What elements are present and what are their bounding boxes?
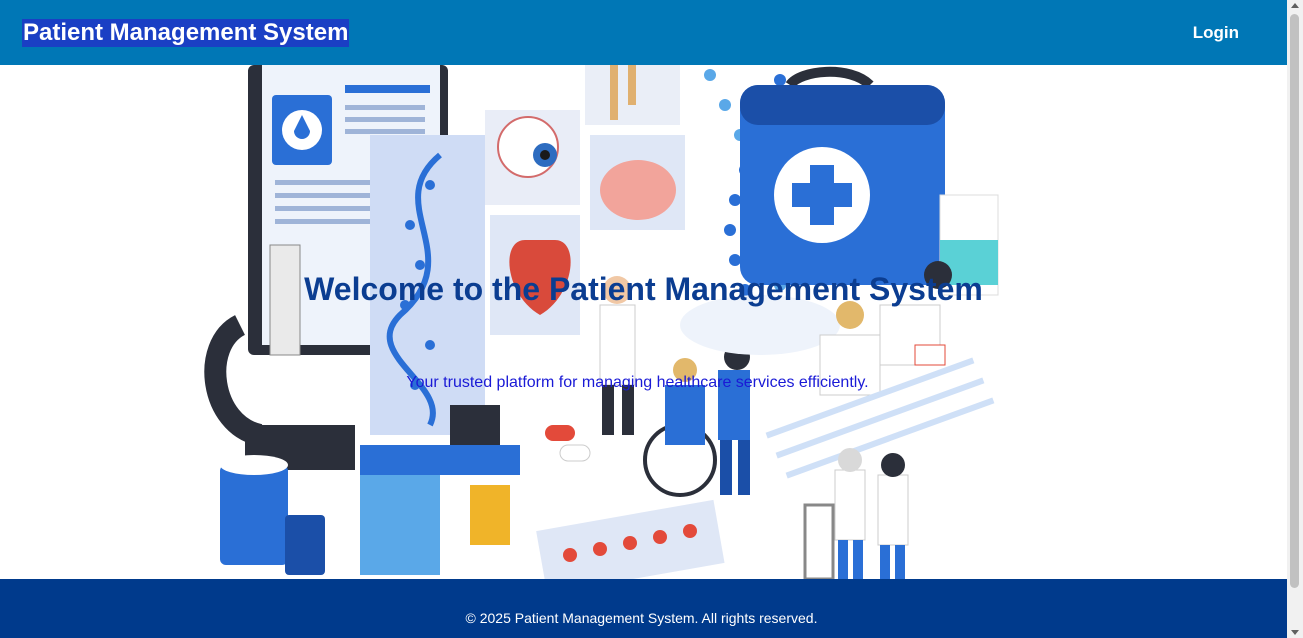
hero-section: Welcome to the Patient Management System… xyxy=(0,65,1287,579)
vertical-scrollbar[interactable] xyxy=(1287,0,1303,638)
hero-subtitle: Your trusted platform for managing healt… xyxy=(406,374,869,391)
top-navbar: Patient Management System Login xyxy=(0,0,1287,65)
login-link[interactable]: Login xyxy=(1193,23,1239,43)
footer-copyright: © 2025 Patient Management System. All ri… xyxy=(465,609,818,626)
page-footer: © 2025 Patient Management System. All ri… xyxy=(0,579,1287,638)
scroll-down-arrow-icon[interactable] xyxy=(1291,630,1299,635)
scrollbar-thumb[interactable] xyxy=(1290,14,1299,588)
scroll-up-arrow-icon[interactable] xyxy=(1291,3,1299,8)
site-brand[interactable]: Patient Management System xyxy=(22,18,350,47)
medical-illustration xyxy=(204,65,999,579)
hero-title: Welcome to the Patient Management System xyxy=(304,271,983,307)
